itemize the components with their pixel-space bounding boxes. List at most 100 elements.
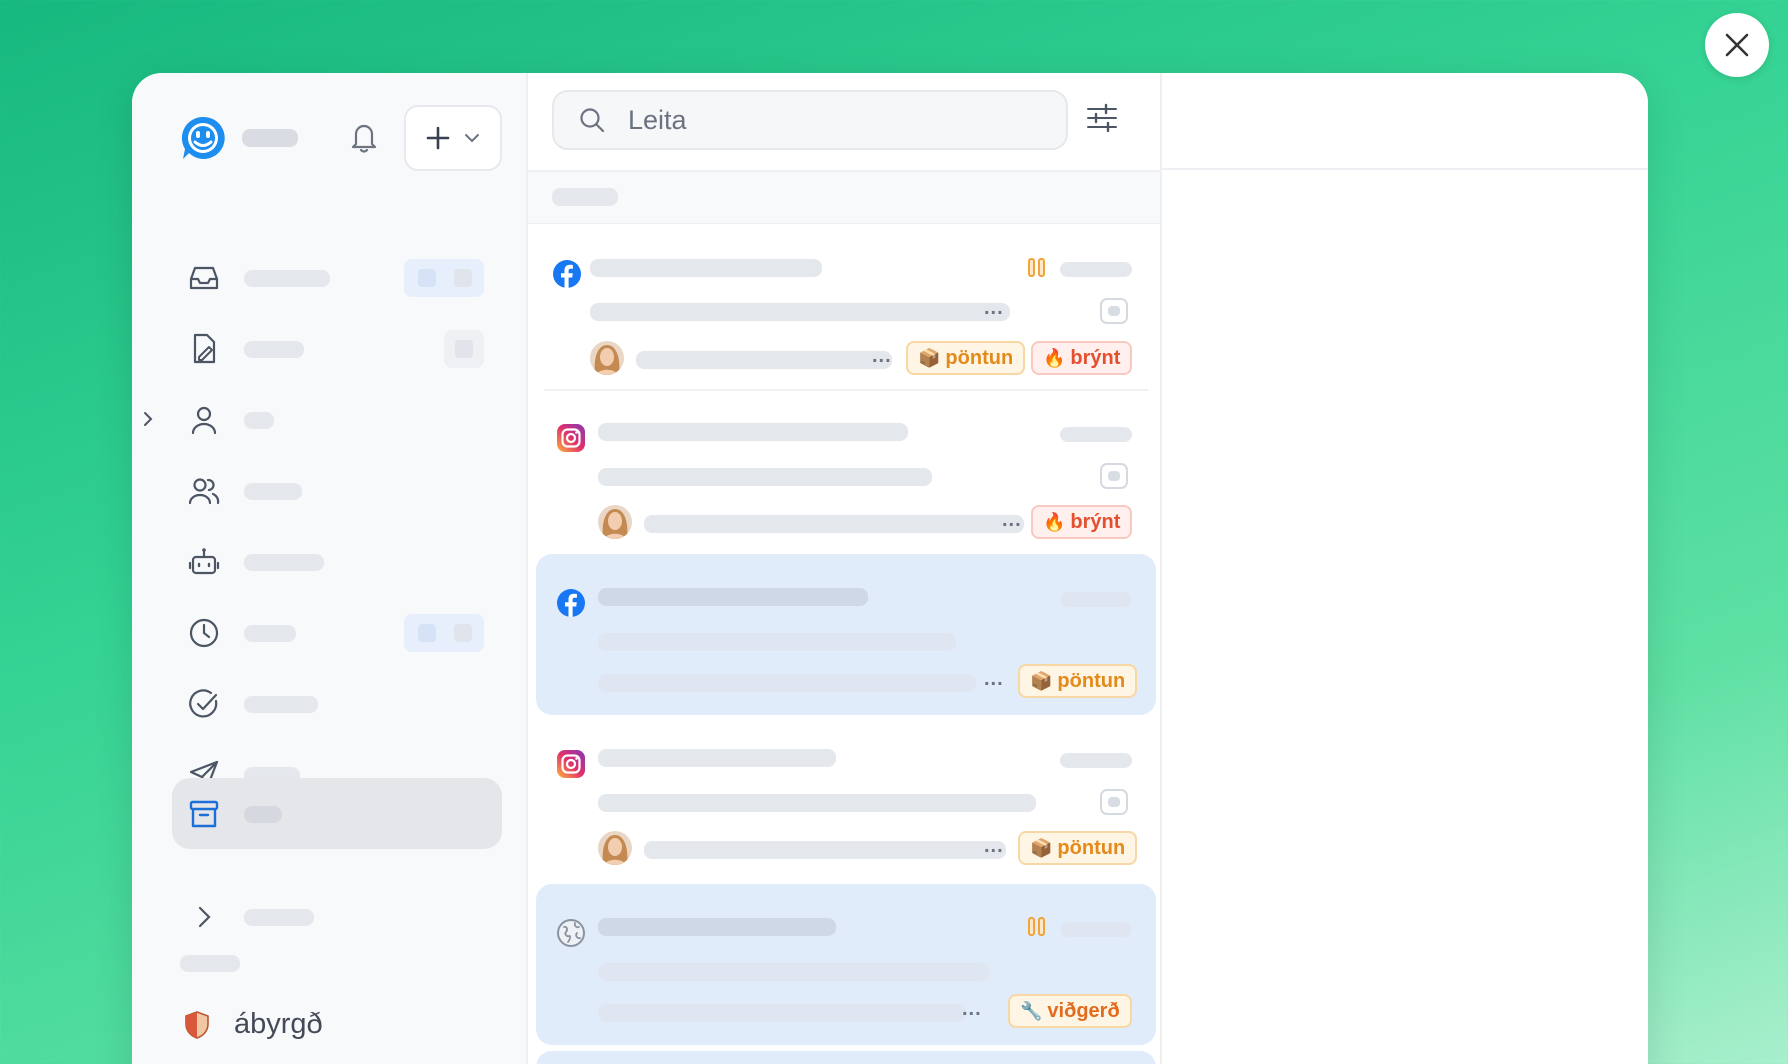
assignee-placeholder (598, 674, 976, 692)
tag-order[interactable]: 📦 pöntun (1018, 664, 1138, 698)
more-dots: ... (872, 345, 892, 367)
ticket-icon (1100, 463, 1128, 489)
more-dots: ... (984, 668, 1004, 690)
expand-contacts-toggle[interactable] (142, 410, 154, 433)
time-placeholder (1060, 427, 1132, 442)
avatar (590, 341, 624, 375)
more-dots: ... (1002, 509, 1022, 531)
message-preview-placeholder (590, 303, 1010, 321)
paused-indicator (1028, 258, 1045, 277)
team-label: ábyrgð (234, 1008, 323, 1040)
count-badge (444, 330, 484, 368)
more-dots: ... (984, 835, 1004, 857)
list-heading-placeholder (552, 188, 618, 206)
sidebar-item-drafts[interactable] (172, 313, 502, 383)
check-circle-icon (189, 689, 218, 718)
paused-indicator (1028, 917, 1045, 936)
shield-icon (185, 1010, 209, 1039)
conversation-item[interactable] (536, 1051, 1156, 1064)
sidebar-item-bots[interactable] (172, 526, 502, 596)
contact-name-placeholder (598, 918, 836, 936)
workspace-name-placeholder (242, 129, 298, 147)
sidebar-item-archive[interactable] (172, 778, 502, 849)
sidebar-item-done[interactable] (172, 668, 502, 738)
more-dots: ... (962, 998, 982, 1020)
person-icon (191, 406, 217, 435)
conversation-detail (1162, 73, 1648, 1064)
new-conversation-button[interactable] (404, 105, 502, 171)
conversation-item[interactable]: ... 📦 pöntun (536, 554, 1156, 715)
contact-name-placeholder (598, 423, 908, 441)
contact-name-placeholder (598, 749, 836, 767)
team-item[interactable]: ábyrgð (184, 1008, 323, 1041)
sidebar-item-more[interactable] (172, 881, 502, 951)
draft-icon (193, 333, 216, 364)
message-preview-placeholder (598, 794, 1036, 812)
time-placeholder (1060, 262, 1132, 277)
chevron-right-icon (198, 906, 211, 928)
contact-name-placeholder (590, 259, 822, 277)
plus-icon (426, 126, 450, 150)
globe-icon (557, 919, 585, 947)
section-heading-placeholder (180, 955, 240, 972)
app-window: ábyrgð Leita ... ... 📦 pöntun 🔥 brýnt ..… (132, 73, 1648, 1064)
sidebar-item-label-placeholder (244, 806, 282, 823)
smiley-logo-icon[interactable] (180, 115, 226, 161)
people-icon (188, 478, 220, 505)
sidebar-item-inbox[interactable] (172, 242, 502, 312)
conversation-item[interactable]: ... 🔧 viðgerð (536, 884, 1156, 1045)
search-input[interactable]: Leita (552, 90, 1068, 150)
ticket-icon (1100, 789, 1128, 815)
facebook-icon (553, 260, 581, 288)
sliders-icon[interactable] (1086, 103, 1118, 133)
facebook-icon (557, 589, 585, 617)
tag-order[interactable]: 📦 pöntun (1018, 831, 1138, 865)
assignee-placeholder (644, 841, 1006, 859)
tag-urgent[interactable]: 🔥 brýnt (1031, 505, 1133, 539)
sidebar: ábyrgð (132, 73, 528, 1064)
bot-icon (188, 548, 220, 575)
instagram-icon (557, 424, 585, 452)
sidebar-item-label-placeholder (244, 909, 314, 926)
time-placeholder (1060, 592, 1132, 607)
close-button[interactable] (1705, 13, 1769, 77)
chevron-right-icon (144, 412, 153, 426)
sidebar-item-label-placeholder (244, 341, 304, 358)
time-placeholder (1060, 753, 1132, 768)
count-badge (404, 259, 484, 297)
sidebar-item-label-placeholder (244, 696, 318, 713)
close-icon (1725, 33, 1749, 57)
bell-icon[interactable] (348, 120, 380, 154)
sidebar-item-contacts[interactable] (172, 384, 502, 454)
time-placeholder (1060, 922, 1132, 937)
contact-name-placeholder (598, 588, 868, 606)
conversation-list: Leita ... ... 📦 pöntun 🔥 brýnt ... 🔥 brý… (528, 73, 1162, 1064)
search-placeholder: Leita (628, 104, 687, 135)
tag-urgent[interactable]: 🔥 brýnt (1031, 341, 1133, 375)
instagram-icon (557, 750, 585, 778)
search-icon (580, 108, 605, 133)
assignee-placeholder (598, 1004, 966, 1022)
chevron-down-icon (465, 134, 479, 143)
count-badge (404, 614, 484, 652)
conversation-item[interactable]: ... 📦 pöntun (536, 719, 1156, 879)
conversation-item[interactable]: ... ... 📦 pöntun 🔥 brýnt (544, 225, 1148, 391)
assignee-placeholder (644, 515, 1024, 533)
avatar (598, 831, 632, 865)
more-dots: ... (984, 297, 1004, 319)
tag-repair[interactable]: 🔧 viðgerð (1008, 994, 1132, 1028)
sidebar-item-teams[interactable] (172, 455, 502, 525)
conversation-item[interactable]: ... 🔥 brýnt (536, 393, 1156, 553)
inbox-icon (189, 266, 219, 290)
ticket-icon (1100, 298, 1128, 324)
sidebar-item-label-placeholder (244, 270, 330, 287)
detail-header (1162, 73, 1648, 170)
sidebar-item-snoozed[interactable] (172, 597, 502, 667)
avatar (598, 505, 632, 539)
assignee-placeholder (636, 351, 892, 369)
sidebar-item-label-placeholder (244, 412, 274, 429)
sidebar-item-label-placeholder (244, 483, 302, 500)
tag-order[interactable]: 📦 pöntun (906, 341, 1026, 375)
message-preview-placeholder (598, 468, 932, 486)
message-preview-placeholder (598, 963, 990, 981)
